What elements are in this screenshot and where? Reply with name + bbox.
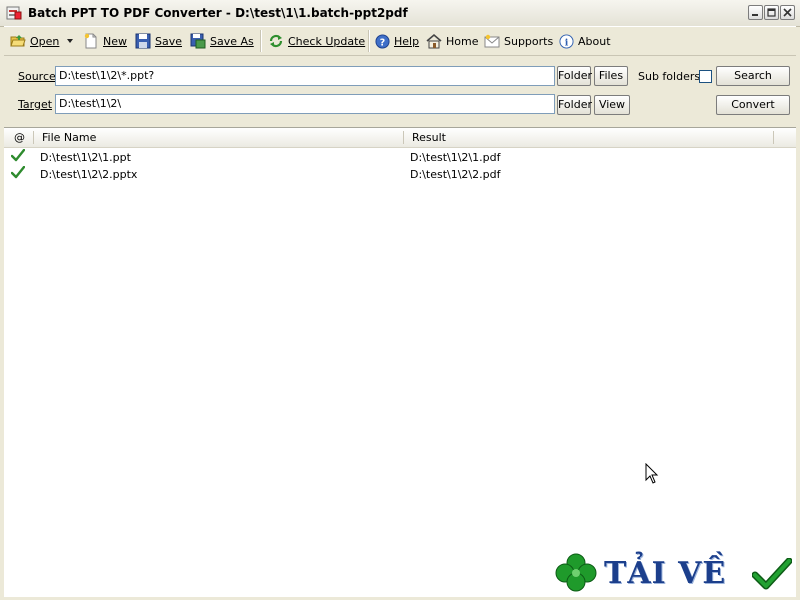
source-folder-button[interactable]: Folder: [557, 66, 592, 86]
watermark-text: TẢI VỀ: [604, 556, 727, 591]
row-file-name: D:\test\1\2\2.pptx: [40, 168, 138, 181]
about-button[interactable]: i About: [559, 31, 611, 51]
check-update-button[interactable]: Check Update: [268, 31, 365, 51]
row-result: D:\test\1\2\2.pdf: [410, 168, 501, 181]
main-toolbar: Open New Save Save As Check Update ? Hel…: [4, 26, 796, 56]
maximize-button[interactable]: [764, 5, 779, 20]
toolbar-separator: [368, 30, 370, 52]
clover-icon: [555, 553, 597, 592]
refresh-icon: [269, 34, 283, 48]
open-dropdown-button[interactable]: [66, 31, 74, 51]
convert-button[interactable]: Convert: [716, 95, 790, 115]
search-button[interactable]: Search: [716, 66, 790, 86]
about-label: About: [578, 34, 611, 48]
column-header-status[interactable]: @: [14, 131, 25, 144]
save-as-label: Save As: [210, 34, 254, 48]
success-check-icon: [11, 149, 25, 162]
home-label: Home: [446, 34, 479, 48]
file-list[interactable]: @ File Name Result D:\test\1\2\1.ppt D:\…: [4, 127, 796, 597]
close-icon: [783, 8, 792, 17]
new-document-icon: [84, 33, 97, 49]
help-icon: ?: [375, 33, 390, 49]
supports-button[interactable]: Supports: [484, 31, 553, 51]
source-files-button[interactable]: Files: [594, 66, 628, 86]
home-icon: [426, 33, 442, 49]
list-header: @ File Name Result: [4, 128, 796, 148]
target-input[interactable]: D:\test\1\2\: [55, 94, 555, 114]
supports-label: Supports: [504, 34, 554, 48]
envelope-icon: [484, 34, 500, 48]
help-label: Help: [394, 34, 420, 48]
new-button[interactable]: New: [83, 31, 127, 51]
home-button[interactable]: Home: [426, 31, 478, 51]
subfolders-checkbox[interactable]: [699, 70, 712, 83]
row-file-name: D:\test\1\2\1.ppt: [40, 151, 131, 164]
column-header-file-name[interactable]: File Name: [42, 131, 96, 144]
column-divider[interactable]: [33, 131, 34, 144]
open-button[interactable]: Open: [10, 31, 59, 51]
floppy-disk-icon: [135, 33, 151, 49]
target-view-button[interactable]: View: [594, 95, 630, 115]
mouse-cursor-icon: [645, 463, 659, 484]
save-as-icon: [190, 33, 206, 49]
svg-text:?: ?: [380, 37, 385, 48]
open-folder-icon: [10, 35, 26, 47]
save-as-button[interactable]: Save As: [190, 31, 254, 51]
help-button[interactable]: ? Help: [375, 31, 419, 51]
source-input[interactable]: D:\test\1\2\*.ppt?: [55, 66, 555, 86]
target-label: Target: [18, 98, 53, 111]
app-window: Batch PPT TO PDF Converter - D:\test\1\1…: [0, 0, 800, 600]
big-check-icon: [752, 558, 792, 590]
check-update-label: Check Update: [288, 34, 366, 48]
success-check-icon: [11, 166, 25, 179]
watermark-logo: TẢI VỀ: [554, 552, 794, 594]
minimize-icon: [752, 14, 758, 16]
app-icon: [6, 6, 22, 20]
row-result: D:\test\1\2\1.pdf: [410, 151, 501, 164]
close-button[interactable]: [780, 5, 795, 20]
column-divider[interactable]: [773, 131, 774, 144]
title-bar[interactable]: Batch PPT TO PDF Converter - D:\test\1\1…: [0, 0, 800, 27]
save-label: Save: [155, 34, 183, 48]
svg-text:i: i: [565, 37, 569, 48]
save-button[interactable]: Save: [135, 31, 182, 51]
target-folder-button[interactable]: Folder: [557, 95, 592, 115]
new-label: New: [103, 34, 127, 48]
column-divider[interactable]: [403, 131, 404, 144]
column-header-result[interactable]: Result: [412, 131, 446, 144]
table-row[interactable]: D:\test\1\2\1.ppt D:\test\1\2\1.pdf: [4, 149, 796, 166]
subfolders-label: Sub folders: [638, 70, 701, 83]
toolbar-separator: [260, 30, 262, 52]
open-label: Open: [30, 34, 60, 48]
source-label: Source: [18, 70, 56, 83]
maximize-icon: [767, 8, 776, 17]
paths-panel: Source D:\test\1\2\*.ppt? Folder Files S…: [4, 56, 796, 124]
window-title: Batch PPT TO PDF Converter - D:\test\1\1…: [28, 6, 408, 20]
minimize-button[interactable]: [748, 5, 763, 20]
table-row[interactable]: D:\test\1\2\2.pptx D:\test\1\2\2.pdf: [4, 166, 796, 183]
chevron-down-icon: [67, 39, 73, 43]
info-icon: i: [559, 33, 574, 49]
